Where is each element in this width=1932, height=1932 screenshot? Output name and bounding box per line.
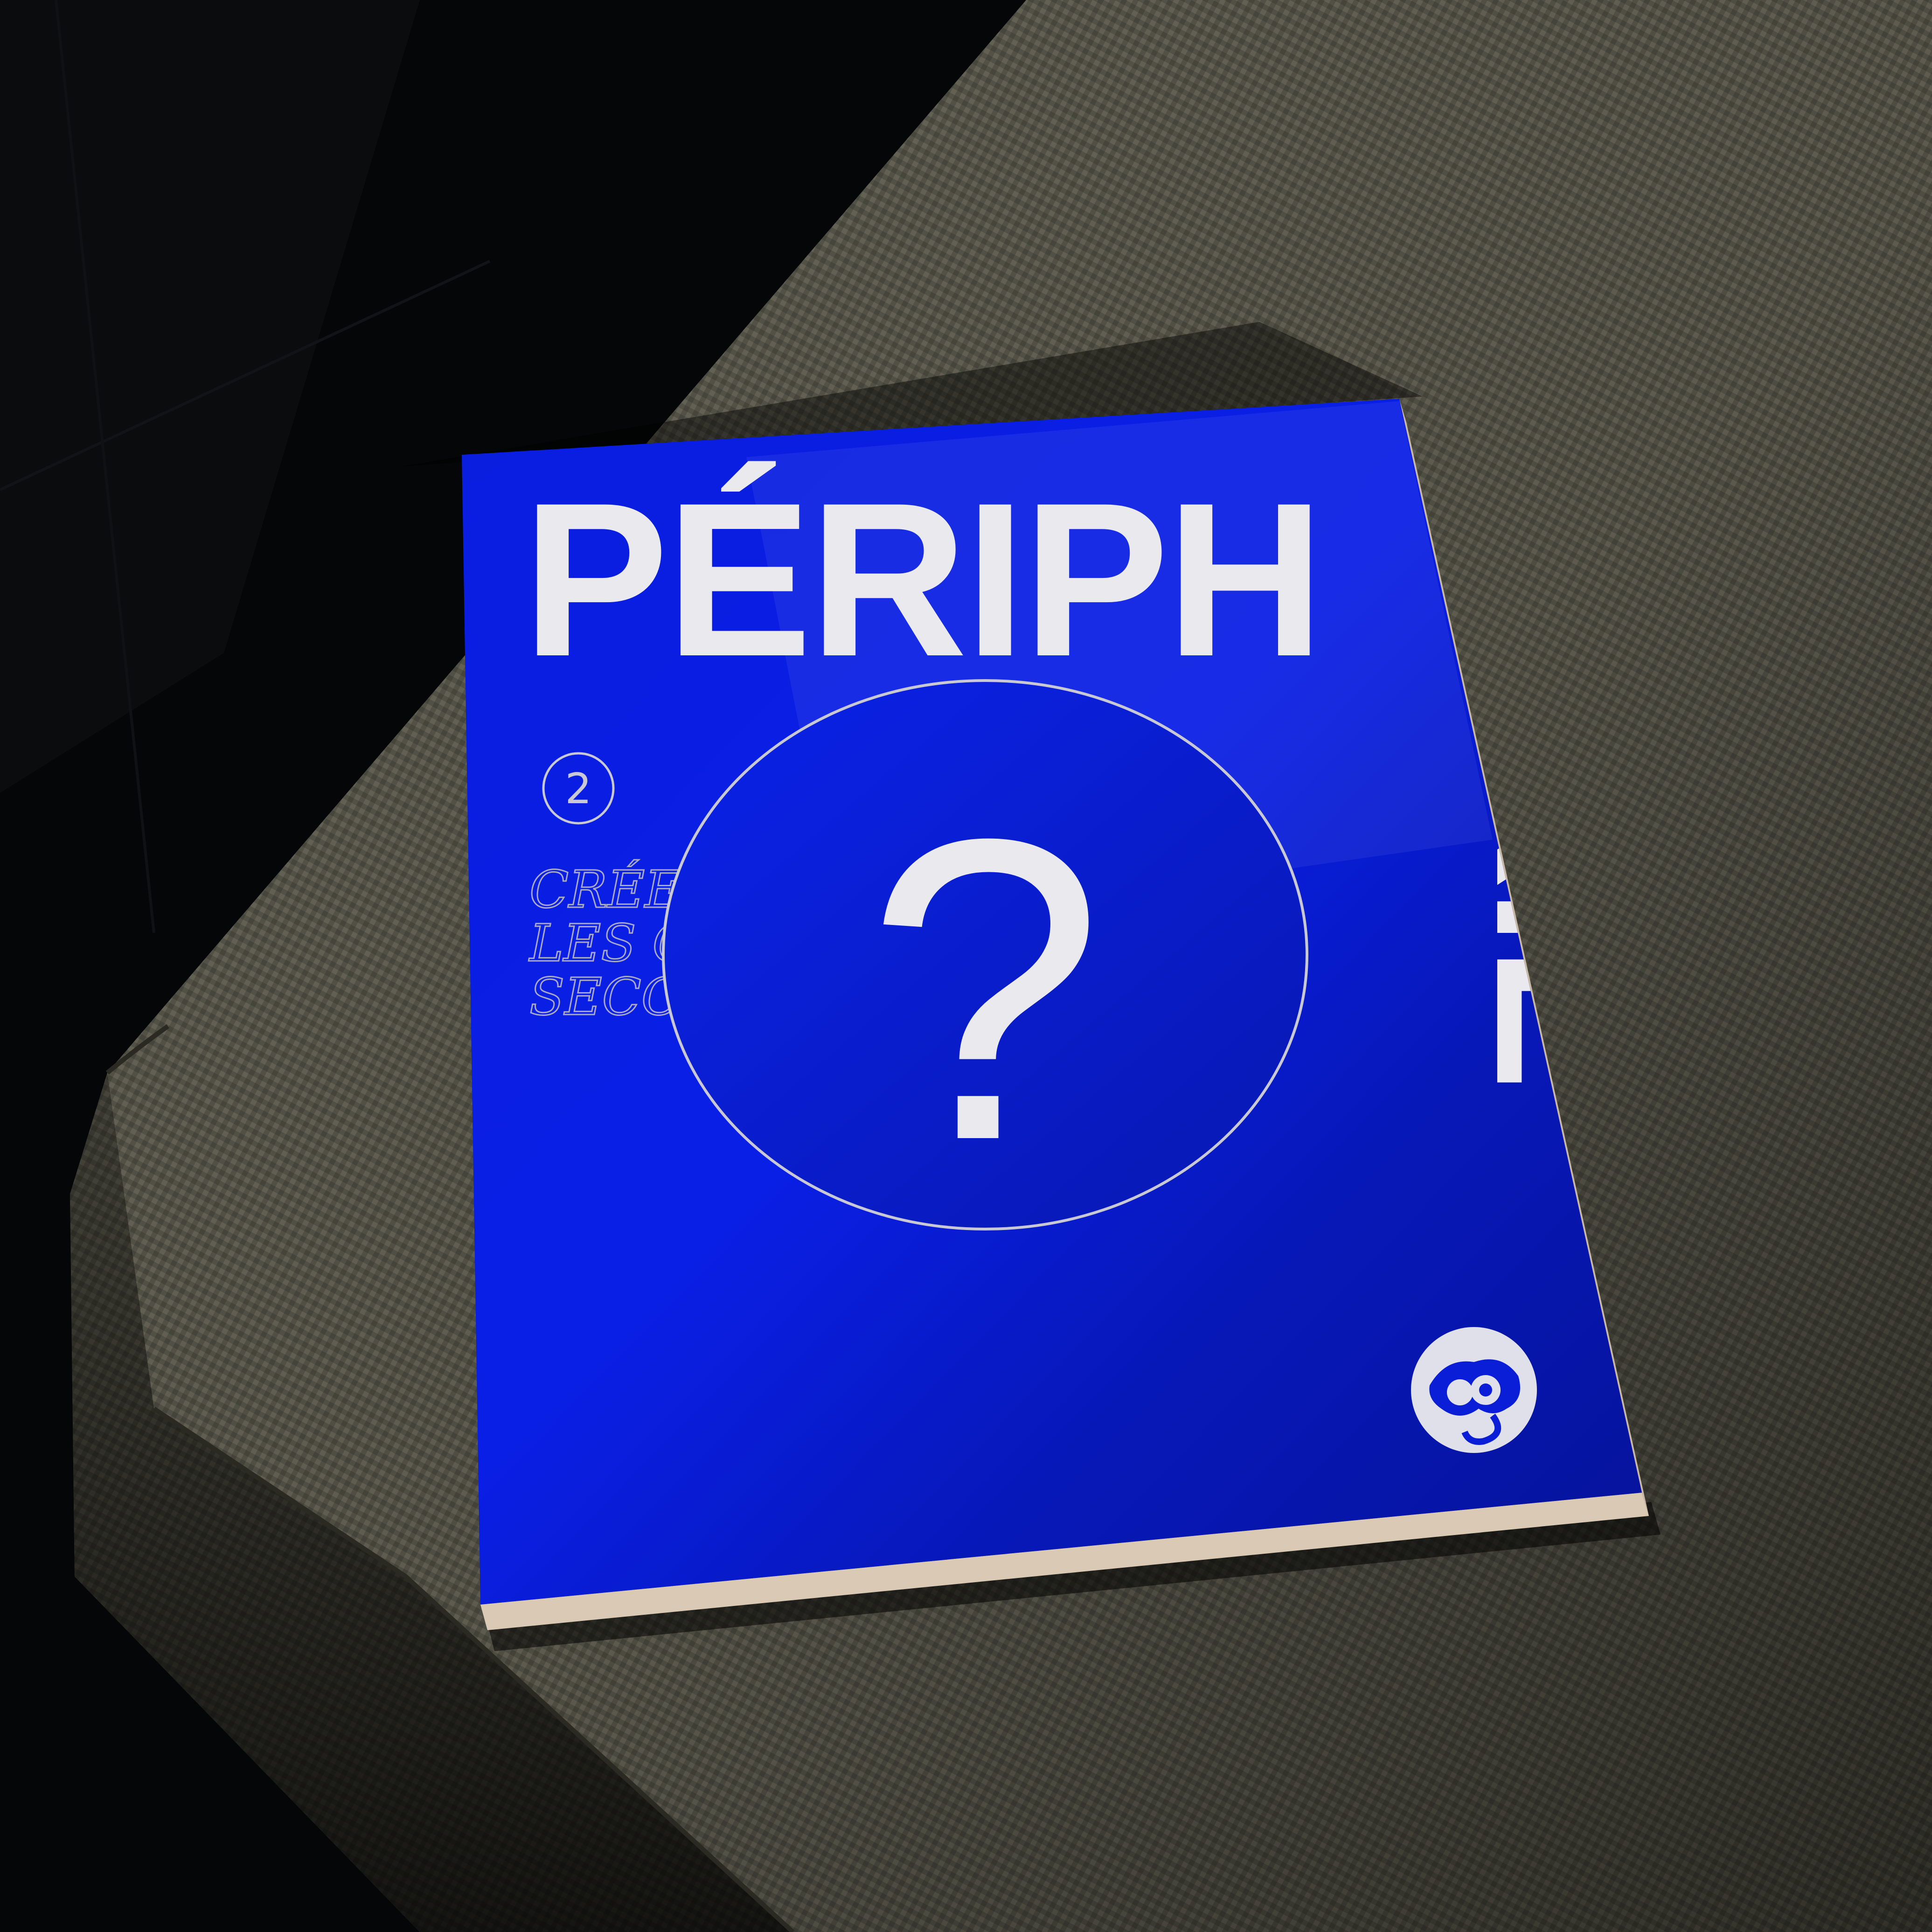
subtitle-line-3: SECO (529, 967, 683, 1027)
issue-number: 2 (565, 764, 591, 813)
binoculars-hand-icon (1411, 1327, 1537, 1453)
question-mark: ? (866, 750, 1105, 1229)
magazine-title-overlap-letter: H (1166, 457, 1324, 702)
subtitle-line-1: CRÉE (529, 859, 682, 919)
photo-scene: PÉRIP H ÉRIE 2 CRÉE LES C SECO ? (0, 0, 1932, 1932)
magazine-title-top: PÉRIP (522, 457, 1166, 702)
